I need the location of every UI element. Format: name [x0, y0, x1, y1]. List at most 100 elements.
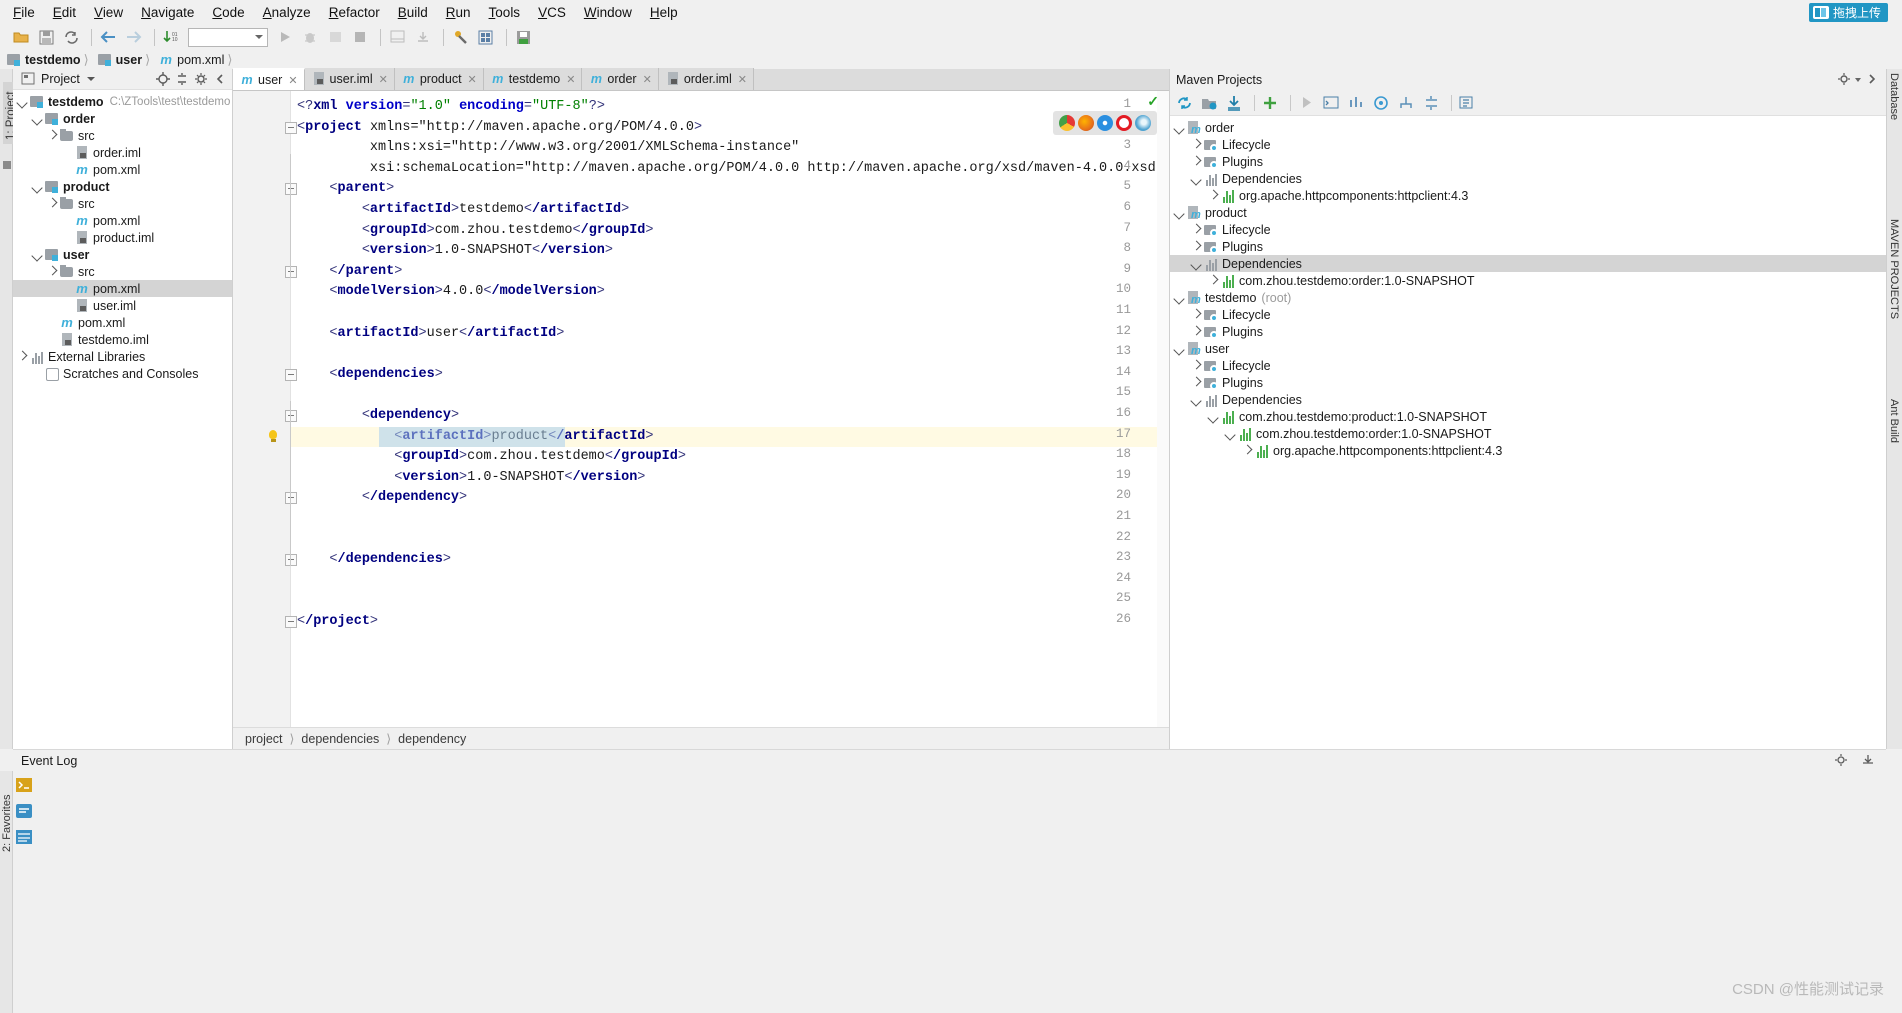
maven-tree-item[interactable]: Dependencies	[1170, 255, 1886, 272]
maven-tree-item[interactable]: com.zhou.testdemo:order:1.0-SNAPSHOT	[1170, 272, 1886, 289]
code-fold-icon[interactable]	[285, 121, 297, 134]
debug-icon[interactable]	[299, 26, 321, 48]
generate-sources-icon[interactable]	[1199, 92, 1220, 113]
maven-tree-item[interactable]: org.apache.httpcomponents:httpclient:4.3	[1170, 442, 1886, 459]
maven-settings-icon[interactable]	[1457, 92, 1478, 113]
save-settings-icon[interactable]	[513, 26, 535, 48]
menu-item-vcs[interactable]: VCS	[529, 2, 575, 23]
breadcrumb-item-0[interactable]: testdemo ⟩	[6, 50, 97, 69]
editor-tab-user-iml[interactable]: user.iml ✕	[304, 68, 395, 90]
collapse-all-icon[interactable]	[1421, 92, 1442, 113]
compile-icon[interactable]: 01 10	[161, 26, 183, 48]
chevron-right-icon[interactable]	[1191, 326, 1202, 337]
reimport-icon[interactable]	[1174, 92, 1195, 113]
menu-item-run[interactable]: Run	[437, 2, 480, 23]
menu-item-analyze[interactable]: Analyze	[254, 2, 320, 23]
chevron-right-icon[interactable]	[17, 351, 28, 362]
maven-tree-item[interactable]: com.zhou.testdemo:order:1.0-SNAPSHOT	[1170, 425, 1886, 442]
toggle-skip-tests-icon[interactable]	[1346, 92, 1367, 113]
terminal-icon[interactable]	[14, 775, 34, 795]
close-icon[interactable]: ✕	[288, 74, 297, 87]
chevron-down-icon[interactable]	[32, 113, 43, 124]
structure-icon[interactable]	[3, 161, 11, 169]
project-tree-item[interactable]: src	[13, 263, 232, 280]
save-all-icon[interactable]	[35, 26, 57, 48]
execute-goal-icon[interactable]	[1321, 92, 1342, 113]
chevron-right-icon[interactable]	[1208, 190, 1219, 201]
breadcrumb-item-2[interactable]: m pom.xml ⟩	[158, 50, 240, 69]
open-icon[interactable]	[10, 26, 32, 48]
chevron-right-icon[interactable]	[1191, 224, 1202, 235]
menu-item-window[interactable]: Window	[575, 2, 641, 23]
status-breadcrumb-item[interactable]: project	[245, 732, 283, 746]
menu-item-tools[interactable]: Tools	[480, 2, 530, 23]
maven-tree-item[interactable]: m order	[1170, 119, 1886, 136]
maven-tree-item[interactable]: com.zhou.testdemo:product:1.0-SNAPSHOT	[1170, 408, 1886, 425]
code-fold-icon[interactable]	[285, 616, 297, 628]
menu-item-help[interactable]: Help	[641, 2, 687, 23]
status-breadcrumb-item[interactable]: dependencies	[301, 732, 379, 746]
profiles-icon[interactable]	[1371, 92, 1392, 113]
collapse-all-icon[interactable]	[175, 72, 190, 87]
project-tree-item[interactable]: product	[13, 178, 232, 195]
gear-icon[interactable]	[1837, 72, 1852, 87]
close-icon[interactable]: ✕	[566, 73, 575, 86]
project-tree-item[interactable]: testdemo.iml	[13, 331, 232, 348]
chevron-right-icon[interactable]	[1191, 309, 1202, 320]
add-maven-project-icon[interactable]	[1260, 92, 1281, 113]
edge-icon[interactable]	[1135, 115, 1152, 131]
project-tree-item[interactable]: order.iml	[13, 144, 232, 161]
show-dependencies-icon[interactable]	[1396, 92, 1417, 113]
hide-panel-icon[interactable]	[213, 72, 228, 87]
maven-tree-item[interactable]: Dependencies	[1170, 391, 1886, 408]
editor-tab-user[interactable]: m user ✕	[233, 68, 305, 90]
menu-item-navigate[interactable]: Navigate	[132, 2, 203, 23]
status-breadcrumb-item[interactable]: dependency	[398, 732, 466, 746]
chevron-right-icon[interactable]	[1242, 445, 1253, 456]
back-arrow-icon[interactable]	[98, 26, 120, 48]
chevron-right-icon[interactable]	[47, 198, 58, 209]
menu-item-edit[interactable]: Edit	[44, 2, 85, 23]
close-icon[interactable]: ✕	[468, 73, 477, 86]
messages-icon[interactable]	[14, 801, 34, 821]
chevron-down-icon[interactable]	[1191, 394, 1202, 405]
stripe-favorites-label[interactable]: 2: Favorites	[1, 782, 13, 852]
gear-icon[interactable]	[194, 72, 209, 87]
chevron-down-icon[interactable]	[1174, 122, 1185, 133]
safari-icon[interactable]	[1096, 115, 1113, 131]
chevron-right-icon[interactable]	[47, 266, 58, 277]
right-stripe-ant-build[interactable]: Ant Build	[1888, 399, 1900, 519]
gear-icon[interactable]	[1834, 753, 1850, 769]
code-fold-icon[interactable]	[285, 368, 297, 381]
chevron-down-icon[interactable]	[1174, 207, 1185, 218]
hide-icon[interactable]	[1860, 753, 1876, 769]
maven-tree-item[interactable]: m user	[1170, 340, 1886, 357]
maven-tree-item[interactable]: Dependencies	[1170, 170, 1886, 187]
settings-wrench-icon[interactable]	[450, 26, 472, 48]
project-tree-item[interactable]: m pom.xml	[13, 280, 232, 297]
chevron-right-icon[interactable]	[1191, 241, 1202, 252]
chevron-right-icon[interactable]	[1208, 275, 1219, 286]
run-configuration-select[interactable]	[188, 27, 268, 47]
chevron-down-icon[interactable]	[1208, 411, 1219, 422]
chevron-down-icon[interactable]	[1174, 343, 1185, 354]
chevron-down-icon[interactable]	[32, 181, 43, 192]
maven-tree-item[interactable]: Lifecycle	[1170, 136, 1886, 153]
hide-panel-icon[interactable]	[1865, 72, 1880, 87]
upload-badge[interactable]: 拖拽上传	[1808, 3, 1888, 22]
chevron-right-icon[interactable]	[1191, 377, 1202, 388]
editor-scrollbar[interactable]	[1157, 91, 1169, 749]
project-tree-item[interactable]: m pom.xml	[13, 314, 232, 331]
close-icon[interactable]: ✕	[738, 73, 747, 86]
code-editor[interactable]: 1 <?xml version="1.0" encoding="UTF-8"?> 2…	[233, 91, 1169, 749]
event-log-label[interactable]: Event Log	[21, 754, 77, 768]
maven-tree-item[interactable]: m testdemo (root)	[1170, 289, 1886, 306]
menu-item-refactor[interactable]: Refactor	[320, 2, 389, 23]
chevron-right-icon[interactable]	[1191, 156, 1202, 167]
project-tree-item[interactable]: Scratches and Consoles	[13, 365, 232, 382]
project-tree-item[interactable]: src	[13, 127, 232, 144]
right-stripe-maven-projects[interactable]: MAVEN PROJECTS	[1888, 219, 1900, 339]
menu-item-file[interactable]: File	[4, 2, 44, 23]
database-icon[interactable]	[14, 827, 34, 847]
maven-tree-item[interactable]: Lifecycle	[1170, 306, 1886, 323]
